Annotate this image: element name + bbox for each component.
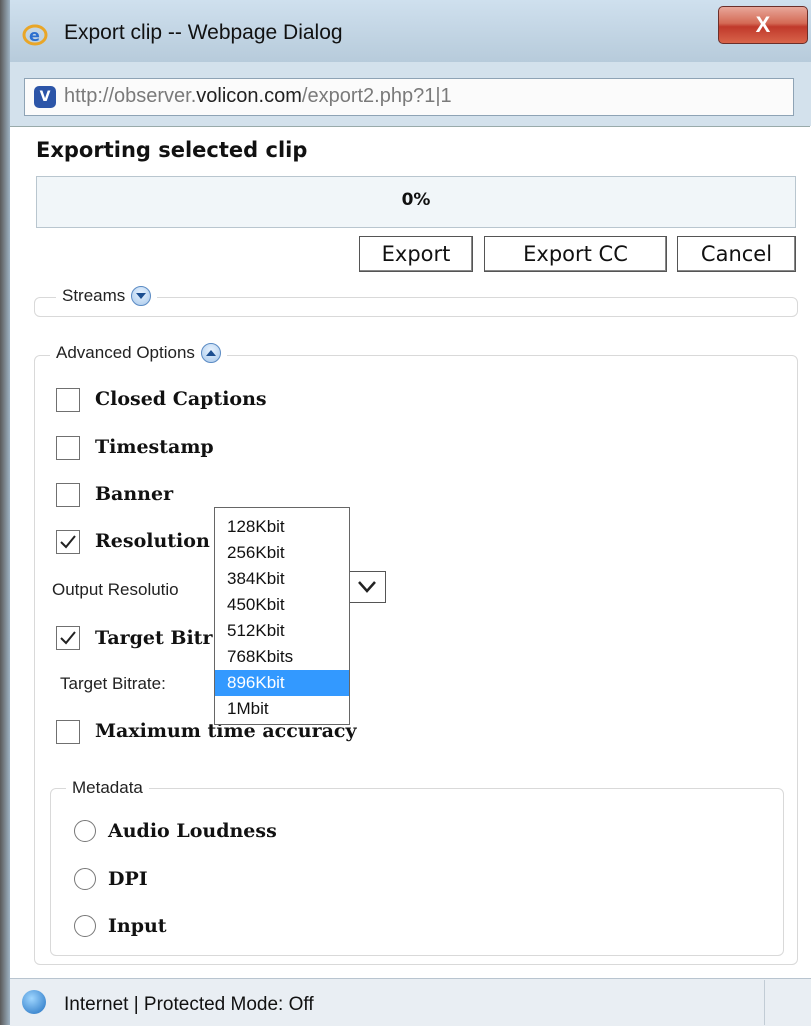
checkmark-icon	[60, 631, 76, 645]
dropdown-option-selected[interactable]: 896Kbit	[215, 670, 349, 696]
max-time-accuracy-checkbox[interactable]	[56, 720, 80, 744]
dpi-label: DPI	[108, 868, 148, 890]
chevron-down-icon	[358, 581, 376, 593]
closed-captions-label: Closed Captions	[95, 388, 267, 410]
status-text: Internet | Protected Mode: Off	[64, 994, 314, 1015]
dpi-radio[interactable]	[74, 868, 96, 890]
export-button[interactable]: Export	[359, 236, 473, 272]
export-cc-button[interactable]: Export CC	[484, 236, 667, 272]
chevron-down-icon[interactable]	[131, 286, 152, 306]
streams-legend[interactable]: Streams	[56, 286, 158, 306]
dropdown-option[interactable]: 768Kbits	[215, 644, 349, 670]
audio-loudness-label: Audio Loudness	[108, 820, 277, 842]
globe-icon	[22, 990, 46, 1014]
metadata-legend: Metadata	[66, 778, 149, 798]
dropdown-option[interactable]: 256Kbit	[215, 540, 349, 566]
dropdown-option[interactable]: 450Kbit	[215, 592, 349, 618]
page-title: Exporting selected clip	[36, 138, 308, 162]
input-label: Input	[108, 915, 167, 937]
banner-checkbox[interactable]	[56, 483, 80, 507]
dropdown-option[interactable]: 512Kbit	[215, 618, 349, 644]
dropdown-option[interactable]: 1Mbit	[215, 696, 349, 722]
input-radio[interactable]	[74, 915, 96, 937]
target-bitrate-label: Target Bitrate:	[60, 674, 166, 693]
bitrate-dropdown-list[interactable]: 128Kbit 256Kbit 384Kbit 450Kbit 512Kbit …	[214, 507, 350, 725]
url-text: http://observer.volicon.com/export2.php?…	[64, 85, 452, 107]
svg-text:e: e	[29, 26, 40, 45]
timestamp-label: Timestamp	[95, 436, 214, 458]
dropdown-option[interactable]: 128Kbit	[215, 514, 349, 540]
output-resolution-select[interactable]	[348, 571, 386, 603]
advanced-options-label: Advanced Options	[56, 343, 195, 362]
resolution-label: Resolution	[95, 530, 210, 552]
cancel-button[interactable]: Cancel	[677, 236, 796, 272]
banner-label: Banner	[95, 483, 174, 505]
closed-captions-checkbox[interactable]	[56, 388, 80, 412]
progress-text: 0%	[401, 190, 431, 210]
timestamp-checkbox[interactable]	[56, 436, 80, 460]
chevron-up-icon[interactable]	[200, 343, 221, 363]
site-favicon-icon: V	[34, 86, 56, 108]
ie-icon: e	[22, 24, 48, 46]
output-resolution-label: Output Resolutio	[52, 580, 179, 599]
target-bitrate-option-label: Target Bitr	[95, 627, 213, 649]
target-bitrate-checkbox[interactable]	[56, 626, 80, 650]
status-divider	[764, 980, 765, 1025]
streams-label: Streams	[62, 286, 126, 305]
close-button[interactable]: X	[718, 6, 808, 44]
resolution-checkbox[interactable]	[56, 530, 80, 554]
dropdown-option[interactable]: 384Kbit	[215, 566, 349, 592]
advanced-options-legend[interactable]: Advanced Options	[50, 343, 227, 363]
checkmark-icon	[60, 535, 76, 549]
window-left-edge	[0, 0, 10, 1025]
audio-loudness-radio[interactable]	[74, 820, 96, 842]
window-title: Export clip -- Webpage Dialog	[64, 21, 343, 44]
